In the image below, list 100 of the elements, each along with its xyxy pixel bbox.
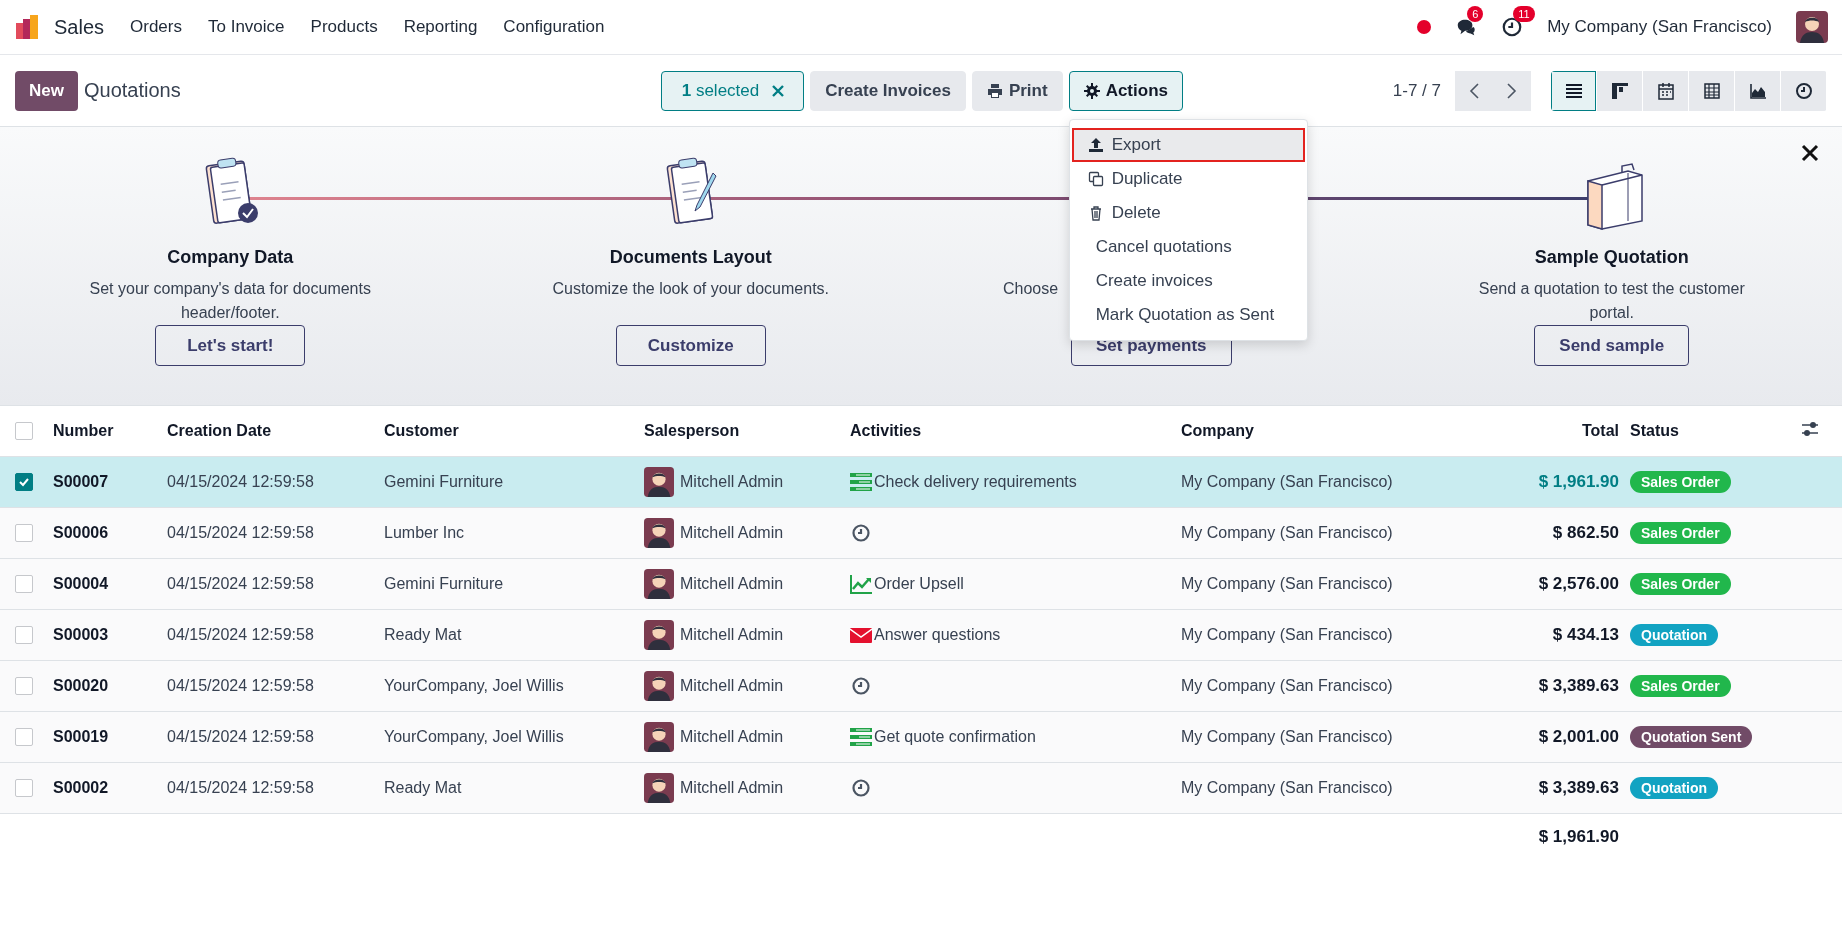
table-cell: 04/15/2024 12:59:58	[167, 762, 384, 814]
step-button[interactable]: Send sample	[1534, 325, 1690, 366]
table-cell: $ 2,001.00	[1470, 711, 1630, 763]
actions-button[interactable]: Actions	[1068, 70, 1183, 111]
table-cell: S00006	[53, 507, 167, 559]
table-cell: $ 3,389.63	[1470, 762, 1630, 814]
menu-item[interactable]: Cancel quotations	[1071, 229, 1305, 264]
avatar-icon	[644, 518, 674, 548]
selection-counter[interactable]: 1 selected	[660, 70, 805, 111]
copy-icon	[1087, 170, 1104, 187]
column-header[interactable]: Salesperson	[644, 406, 850, 457]
menu-item[interactable]: Export	[1071, 127, 1305, 162]
column-header[interactable]: Customer	[384, 406, 644, 457]
table-cell: My Company (San Francisco)	[1181, 711, 1470, 763]
menu-item[interactable]: Products	[310, 17, 378, 37]
table-row[interactable]: S00020 04/15/2024 12:59:58 YourCompany, Joel Willis Mitchell Admin My Company (San Francisco) $ 3,389.63 Sales Order	[0, 660, 1842, 712]
next-button[interactable]	[1493, 70, 1531, 111]
column-header[interactable]: Activities	[850, 406, 1181, 457]
chevron-left-icon	[1468, 81, 1480, 100]
menu-item[interactable]: Duplicate	[1071, 161, 1305, 196]
page-title: Quotations	[83, 79, 181, 102]
table-cell: My Company (San Francisco)	[1181, 609, 1470, 661]
table-row[interactable]: S00006 04/15/2024 12:59:58 Lumber Inc Mitchell Admin My Company (San Francisco) $ 862.50 Sales Order	[0, 507, 1842, 559]
step-description: Set your company's data for documents header/footer.	[88, 279, 372, 323]
menu-item[interactable]: Configuration	[503, 17, 605, 37]
status-tag: Sales Order	[1630, 573, 1731, 595]
step-title: Documents Layout	[609, 247, 772, 269]
envelope-icon[interactable]	[850, 625, 872, 645]
previous-button[interactable]	[1455, 70, 1493, 111]
table-cell: 04/15/2024 12:59:58	[167, 609, 384, 661]
salesperson-name: Mitchell Admin	[680, 524, 784, 542]
table-row[interactable]: S00007 04/15/2024 12:59:58 Gemini Furniture Mitchell Admin Check delivery requirements My Company (San Francisco) $ 1,961.90 Sales Order	[0, 456, 1842, 508]
pager-counter: 1-7 / 7	[1392, 80, 1441, 101]
activity-label: Order Upsell	[874, 575, 964, 593]
column-settings-icon[interactable]	[1800, 419, 1820, 439]
menu-item[interactable]: Reporting	[403, 17, 478, 37]
recording-dot-icon[interactable]	[1417, 20, 1432, 34]
status-tag: Sales Order	[1630, 471, 1731, 493]
create-invoices-button[interactable]: Create Invoices	[810, 70, 966, 111]
column-header[interactable]: Company	[1181, 406, 1470, 457]
printer-icon	[986, 82, 1003, 99]
count-badge: 11	[1513, 6, 1535, 22]
table-row[interactable]: S00003 04/15/2024 12:59:58 Ready Mat Mitchell Admin Answer questions My Company (San Francisco) $ 434.13 Quotation	[0, 609, 1842, 661]
menu-item[interactable]: Orders	[130, 17, 182, 37]
checkbox[interactable]	[15, 728, 33, 746]
activity-label: Check delivery requirements	[874, 473, 1077, 491]
clock-icon	[1794, 81, 1813, 100]
table-row[interactable]: S00019 04/15/2024 12:59:58 YourCompany, Joel Willis Mitchell Admin Get quote confirmation My Company (San Francisco) $ 2,001.00 Quotation Sent	[0, 711, 1842, 763]
clock-icon[interactable]	[850, 676, 872, 696]
table-cell: Ready Mat	[384, 762, 644, 814]
company-switcher[interactable]: My Company (San Francisco)	[1547, 17, 1772, 37]
step-button[interactable]: Let's start!	[155, 325, 306, 366]
column-header[interactable]: Creation Date	[167, 406, 384, 457]
view-button[interactable]	[1551, 70, 1596, 111]
gear-icon	[1083, 82, 1100, 99]
checkbox[interactable]	[15, 524, 33, 542]
checkbox[interactable]	[15, 677, 33, 695]
status-tag: Sales Order	[1630, 675, 1731, 697]
trend-chart-icon[interactable]	[850, 574, 872, 594]
table-row[interactable]: S00002 04/15/2024 12:59:58 Ready Mat Mitchell Admin My Company (San Francisco) $ 3,389.63 Quotation	[0, 762, 1842, 814]
checkbox[interactable]	[15, 626, 33, 644]
new-button[interactable]: New	[15, 70, 78, 111]
total-sum: $ 1,961.90	[1470, 813, 1630, 860]
table-cell: S00004	[53, 558, 167, 610]
column-header[interactable]: Total	[1470, 406, 1630, 457]
table-cell: My Company (San Francisco)	[1181, 762, 1470, 814]
print-button[interactable]: Print	[971, 70, 1063, 111]
status-tag: Quotation Sent	[1630, 726, 1753, 748]
menu-item[interactable]: Create invoices	[1071, 263, 1305, 298]
table-cell: 04/15/2024 12:59:58	[167, 711, 384, 763]
avatar-icon	[644, 773, 674, 803]
checkbox[interactable]	[15, 422, 33, 440]
checkbox[interactable]	[15, 779, 33, 797]
table-cell: S00020	[53, 660, 167, 712]
checkmark-icon	[18, 476, 30, 488]
checklist-icon[interactable]	[850, 472, 872, 492]
salesperson-name: Mitchell Admin	[680, 473, 784, 491]
clock-icon[interactable]	[850, 523, 872, 543]
app-name[interactable]: Sales	[54, 15, 105, 39]
column-header[interactable]: Number	[53, 406, 167, 457]
column-header[interactable]: Status	[1630, 406, 1800, 457]
salesperson-name: Mitchell Admin	[680, 575, 784, 593]
user-avatar-icon[interactable]	[1796, 11, 1828, 43]
close-icon[interactable]	[1800, 143, 1820, 163]
table-cell: $ 862.50	[1470, 507, 1630, 559]
clock-icon[interactable]	[1501, 16, 1524, 38]
table-row[interactable]: S00004 04/15/2024 12:59:58 Gemini Furniture Mitchell Admin Order Upsell My Company (San Francisco) $ 2,576.00 Sales Order	[0, 558, 1842, 610]
activity-label: Answer questions	[874, 626, 1001, 644]
clock-icon[interactable]	[850, 778, 872, 798]
status-tag: Quotation	[1630, 624, 1719, 646]
activity-label: Get quote confirmation	[874, 728, 1036, 746]
calendar-icon	[1656, 81, 1675, 100]
step-button[interactable]: Customize	[615, 325, 766, 366]
avatar-icon	[644, 569, 674, 599]
checklist-icon[interactable]	[850, 727, 872, 747]
menu-item[interactable]: Delete	[1071, 195, 1305, 230]
checkbox[interactable]	[15, 575, 33, 593]
menu-item[interactable]: To Invoice	[208, 17, 285, 37]
table-cell: S00019	[53, 711, 167, 763]
checkbox[interactable]	[15, 473, 33, 491]
